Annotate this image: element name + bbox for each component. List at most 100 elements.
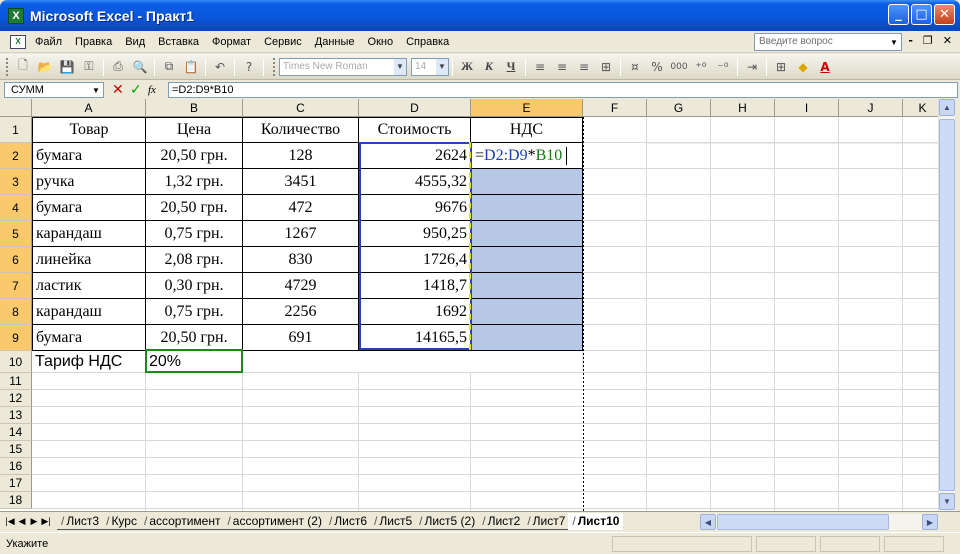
chevron-down-icon[interactable]: ▼ (436, 58, 448, 75)
thousands-button[interactable]: 000 (669, 57, 689, 77)
scroll-up-icon[interactable]: ▲ (939, 99, 955, 116)
sheet-tab[interactable]: Лист5 (2) (415, 513, 480, 530)
cell-cost[interactable]: 14165,5 (359, 325, 471, 351)
borders-icon[interactable]: ⊞ (771, 57, 791, 77)
worksheet-grid[interactable]: A B C D E F G H I J K 1 2 3 4 5 6 7 8 9 … (0, 99, 938, 511)
cell-cost[interactable]: 4555,32 (359, 169, 471, 195)
cell-price[interactable]: 0,75 грн. (146, 221, 243, 247)
font-size-select[interactable]: 14 ▼ (411, 57, 449, 76)
undo-icon[interactable]: ↶ (210, 57, 230, 77)
active-cell-e2[interactable]: = D2:D9 * B10 (471, 143, 583, 169)
cell-price[interactable]: 20,50 грн. (146, 143, 243, 169)
chevron-down-icon[interactable]: ▼ (888, 35, 900, 49)
cell-cost[interactable]: 9676 (359, 195, 471, 221)
column-header-j[interactable]: J (839, 99, 903, 117)
selected-cell-vat[interactable] (471, 195, 583, 221)
cell-product[interactable]: ластик (32, 273, 146, 299)
cell-product[interactable]: бумага (32, 325, 146, 351)
row-header[interactable]: 6 (0, 247, 32, 273)
cell-product[interactable]: карандаш (32, 299, 146, 325)
tariff-value-cell[interactable]: 20% (146, 351, 243, 373)
formula-input[interactable]: =D2:D9*B10 (168, 82, 958, 98)
selected-cell-vat[interactable] (471, 325, 583, 351)
row-header[interactable]: 3 (0, 169, 32, 195)
row-header[interactable]: 7 (0, 273, 32, 299)
cell-price[interactable]: 0,75 грн. (146, 299, 243, 325)
underline-button[interactable]: Ч (501, 57, 521, 77)
selected-cell-vat[interactable] (471, 247, 583, 273)
cell-product[interactable]: бумага (32, 195, 146, 221)
enter-check-icon[interactable]: ✓ (130, 82, 144, 98)
row-header[interactable]: 16 (0, 458, 32, 475)
row-header[interactable]: 9 (0, 325, 32, 351)
sheet-tab-active[interactable]: Лист10 (568, 512, 624, 530)
minimize-button[interactable]: _ (888, 4, 909, 25)
font-color-icon[interactable]: A (815, 57, 835, 77)
row-header[interactable]: 15 (0, 441, 32, 458)
scroll-down-icon[interactable]: ▼ (939, 493, 955, 510)
scroll-right-icon[interactable]: ▶ (922, 514, 938, 530)
preview-icon[interactable]: 🔍 (130, 57, 150, 77)
doc-close-button[interactable]: ✕ (943, 34, 952, 47)
cell-product[interactable]: карандаш (32, 221, 146, 247)
row-header[interactable]: 13 (0, 407, 32, 424)
align-left-icon[interactable]: ≡ (530, 57, 550, 77)
column-header-g[interactable]: G (647, 99, 711, 117)
row-header[interactable]: 4 (0, 195, 32, 221)
selected-cell-vat[interactable] (471, 299, 583, 325)
menu-edit[interactable]: Правка (75, 36, 112, 48)
name-box[interactable]: СУММ ▼ (4, 82, 104, 98)
first-sheet-icon[interactable]: |◀ (4, 516, 16, 527)
cell-product[interactable]: бумага (32, 143, 146, 169)
maximize-button[interactable]: □ (911, 4, 932, 25)
cell-price[interactable]: 2,08 грн. (146, 247, 243, 273)
row-header[interactable]: 10 (0, 351, 32, 373)
cell-quantity[interactable]: 1267 (243, 221, 359, 247)
sheet-tab[interactable]: Лист6 (324, 513, 372, 530)
print-icon[interactable]: ⎙ (108, 57, 128, 77)
indent-icon[interactable]: ⇥ (742, 57, 762, 77)
scroll-left-icon[interactable]: ◀ (700, 514, 716, 530)
toolbar-grip[interactable] (6, 57, 9, 76)
decrease-decimal-icon[interactable]: ⁻⁰ (713, 57, 733, 77)
cell-quantity[interactable]: 2256 (243, 299, 359, 325)
menu-format[interactable]: Формат (212, 36, 251, 48)
chevron-down-icon[interactable]: ▼ (89, 83, 103, 97)
sheet-tab[interactable]: ассортимент (139, 513, 225, 530)
row-header[interactable]: 18 (0, 492, 32, 509)
cell-price[interactable]: 20,50 грн. (146, 325, 243, 351)
new-icon[interactable]: 🗋 (13, 57, 33, 77)
row-header[interactable]: 14 (0, 424, 32, 441)
doc-restore-button[interactable]: ❐ (923, 34, 933, 47)
horizontal-scroll-thumb[interactable] (717, 514, 889, 530)
help-icon[interactable]: ? (239, 57, 259, 77)
percent-button[interactable]: % (647, 57, 667, 77)
header-cell-cost[interactable]: Стоимость (359, 117, 471, 143)
cell-cost[interactable]: 950,25 (359, 221, 471, 247)
sheet-tab[interactable]: Лист5 (370, 513, 417, 530)
vertical-scroll-thumb[interactable] (939, 119, 955, 491)
cell-quantity[interactable]: 691 (243, 325, 359, 351)
currency-icon[interactable]: ¤ (625, 57, 645, 77)
open-icon[interactable]: 📂 (35, 57, 55, 77)
row-header[interactable]: 17 (0, 475, 32, 492)
doc-minimize-button[interactable]: - (908, 34, 913, 47)
next-sheet-icon[interactable]: ▶ (28, 516, 40, 527)
select-all-corner[interactable] (0, 99, 32, 117)
cell-price[interactable]: 20,50 грн. (146, 195, 243, 221)
header-cell-vat[interactable]: НДС (471, 117, 583, 143)
column-header-i[interactable]: I (775, 99, 839, 117)
cell-cost[interactable]: 1726,4 (359, 247, 471, 273)
sheet-tab[interactable]: Лист2 (478, 513, 525, 530)
sheet-tab[interactable]: Лист7 (523, 513, 570, 530)
cell-product[interactable]: ручка (32, 169, 146, 195)
column-header-h[interactable]: H (711, 99, 775, 117)
menu-tools[interactable]: Сервис (264, 36, 302, 48)
horizontal-scrollbar[interactable]: ◀ ▶ (700, 514, 938, 530)
column-header-k[interactable]: K (903, 99, 938, 117)
cell-quantity[interactable]: 472 (243, 195, 359, 221)
cell-quantity[interactable]: 4729 (243, 273, 359, 299)
header-cell-quantity[interactable]: Количество (243, 117, 359, 143)
sheet-tab[interactable]: Лист3 (57, 513, 104, 530)
column-header-f[interactable]: F (583, 99, 647, 117)
